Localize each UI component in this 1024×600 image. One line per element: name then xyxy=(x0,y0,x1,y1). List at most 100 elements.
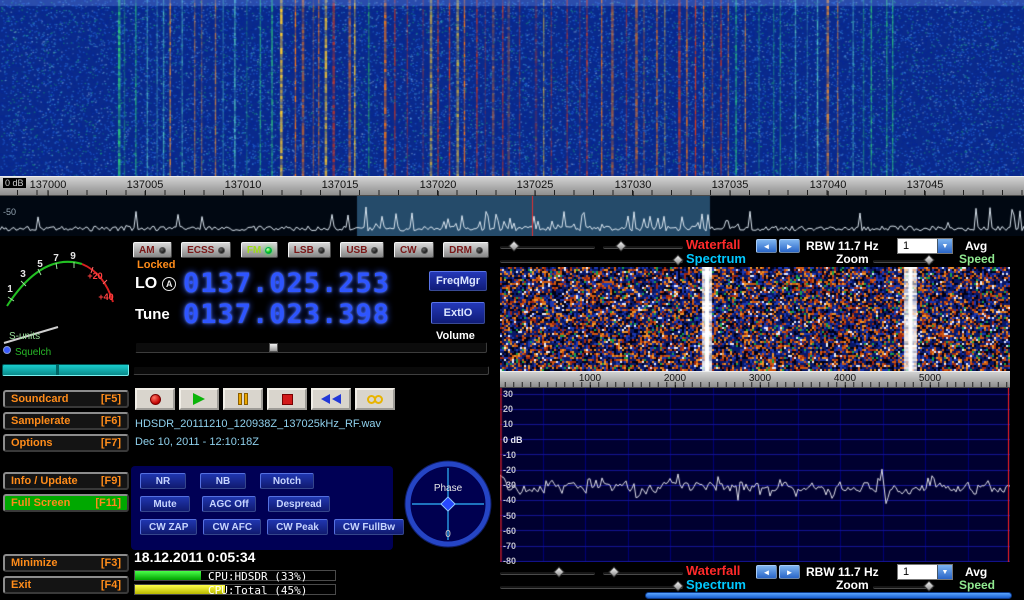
ruler-label: 137000 xyxy=(30,179,67,191)
stop-button[interactable] xyxy=(267,388,307,410)
bottom-shift-left-button[interactable]: ◄ xyxy=(756,565,777,579)
bottom-upper-slider-thumb[interactable] xyxy=(553,566,564,577)
bottom-zoom-slider[interactable] xyxy=(873,585,933,589)
shift-left-button[interactable]: ◄ xyxy=(756,239,777,253)
record-button[interactable] xyxy=(135,388,175,410)
ruler-label: 137010 xyxy=(225,179,262,191)
overview-spectrum[interactable] xyxy=(0,196,1024,236)
agc-button[interactable]: AGC Off xyxy=(202,496,256,512)
lsb-led-icon xyxy=(318,247,325,254)
rewind-button[interactable] xyxy=(311,388,351,410)
cw-peak-button[interactable]: CW Peak xyxy=(267,519,328,535)
bottom-avg-dropdown[interactable]: 1 ▼ xyxy=(897,564,953,580)
bottom-lower-slider[interactable] xyxy=(603,571,683,575)
mode-am-button[interactable]: AM xyxy=(133,242,172,258)
squelch-slider-thumb[interactable] xyxy=(56,365,59,375)
bottom-shift-right-button[interactable]: ► xyxy=(779,565,800,579)
rf-frequency-ruler[interactable]: 1000 2000 3000 4000 5000 xyxy=(500,371,1010,388)
notch-button[interactable]: Notch xyxy=(260,473,314,489)
bottom-speed-label: Speed xyxy=(959,578,995,592)
lo-frequency-display[interactable]: 0137.025.253 xyxy=(183,270,390,297)
mode-usb-button[interactable]: USB xyxy=(340,242,384,258)
volume-slider[interactable] xyxy=(135,342,487,353)
cw-fullbw-button[interactable]: CW FullBw xyxy=(334,519,404,535)
bottom-lower-slider-thumb[interactable] xyxy=(608,566,619,577)
spectrum-range-slider[interactable] xyxy=(500,259,683,263)
mode-fm-button[interactable]: FM xyxy=(241,242,278,258)
zoom-slider[interactable] xyxy=(873,259,933,263)
waterfall-upper-slider[interactable] xyxy=(500,245,595,249)
nb-button[interactable]: NB xyxy=(200,473,246,489)
volume-label: Volume xyxy=(436,330,475,342)
despread-button[interactable]: Despread xyxy=(268,496,330,512)
waterfall-lower-slider-thumb[interactable] xyxy=(615,240,626,251)
freqmgr-button[interactable]: FreqMgr xyxy=(429,271,487,291)
bottom-spectrum-range-slider[interactable] xyxy=(500,585,683,589)
shift-right-button[interactable]: ► xyxy=(779,239,800,253)
mode-ecss-button[interactable]: ECSS xyxy=(181,242,231,258)
tuning-bar[interactable] xyxy=(133,366,489,375)
rf-waterfall[interactable] xyxy=(500,267,1010,371)
ruler-label: 137040 xyxy=(810,179,847,191)
squelch-slider[interactable] xyxy=(2,364,129,376)
s-units-label: S-units xyxy=(9,331,40,342)
tune-frequency-display[interactable]: 0137.023.398 xyxy=(183,301,390,328)
fullscreen-button[interactable]: Full Screen[F11] xyxy=(3,494,129,512)
options-button[interactable]: Options[F7] xyxy=(3,434,129,452)
avg-dropdown[interactable]: 1 ▼ xyxy=(897,238,953,254)
bottom-spectrum-range-slider-thumb[interactable] xyxy=(672,580,683,591)
info-update-button[interactable]: Info / Update[F9] xyxy=(3,472,129,490)
bottom-waterfall-tab[interactable]: Waterfall xyxy=(686,563,740,578)
bottom-spectrum-tab[interactable]: Spectrum xyxy=(686,577,746,592)
play-button[interactable] xyxy=(179,388,219,410)
waterfall-tab[interactable]: Waterfall xyxy=(686,237,740,252)
pause-button[interactable] xyxy=(223,388,263,410)
avg-label: Avg xyxy=(965,239,987,253)
rbw-display: RBW 11.7 Hz xyxy=(806,239,879,253)
minimize-button[interactable]: Minimize[F3] xyxy=(3,554,129,572)
loop-button[interactable] xyxy=(355,388,395,410)
fm-led-icon xyxy=(265,247,272,254)
mode-drm-button[interactable]: DRM xyxy=(443,242,489,258)
recording-date: Dec 10, 2011 - 12:10:18Z xyxy=(135,436,259,448)
am-led-icon xyxy=(159,247,166,254)
ruler-label: 137030 xyxy=(615,179,652,191)
waterfall-lower-slider[interactable] xyxy=(603,245,683,249)
main-frequency-ruler[interactable]: 137000 137005 137010 137015 137020 13702… xyxy=(0,176,1024,196)
bottom-avg-dropdown-arrow-icon[interactable]: ▼ xyxy=(937,565,952,579)
avg-dropdown-value: 1 xyxy=(898,239,937,253)
db-label: -70 xyxy=(503,541,516,551)
ruler-label: 137045 xyxy=(907,179,944,191)
cw-afc-button[interactable]: CW AFC xyxy=(203,519,261,535)
smeter-scale-plus20: +20 xyxy=(87,271,102,281)
cw-zap-button[interactable]: CW ZAP xyxy=(140,519,197,535)
speed-range-bar[interactable] xyxy=(645,592,1012,599)
soundcard-button[interactable]: Soundcard[F5] xyxy=(3,390,129,408)
exit-button[interactable]: Exit[F4] xyxy=(3,576,129,594)
main-waterfall[interactable] xyxy=(0,0,1024,176)
smeter-pivot-dot xyxy=(4,347,11,354)
mode-lsb-button[interactable]: LSB xyxy=(288,242,331,258)
spectrum-tab[interactable]: Spectrum xyxy=(686,251,746,266)
avg-dropdown-arrow-icon[interactable]: ▼ xyxy=(937,239,952,253)
nr-button[interactable]: NR xyxy=(140,473,186,489)
volume-slider-thumb[interactable] xyxy=(269,343,278,352)
mode-cw-button[interactable]: CW xyxy=(394,242,434,258)
extio-button[interactable]: ExtIO xyxy=(431,302,485,324)
bottom-zoom-slider-thumb[interactable] xyxy=(923,580,934,591)
phase-value: 0 xyxy=(445,529,451,540)
waterfall-upper-slider-thumb[interactable] xyxy=(508,240,519,251)
db-label: -80 xyxy=(503,556,516,566)
rf-spectrum[interactable] xyxy=(500,388,1010,562)
overview-db-top-label: 0 dB xyxy=(3,178,26,188)
samplerate-button[interactable]: Samplerate[F6] xyxy=(3,412,129,430)
mute-button[interactable]: Mute xyxy=(140,496,190,512)
zoom-slider-thumb[interactable] xyxy=(923,254,934,265)
lock-auto-badge-icon[interactable]: A xyxy=(162,277,176,291)
spectrum-range-slider-thumb[interactable] xyxy=(672,254,683,265)
speed-label: Speed xyxy=(959,252,995,266)
rf-ruler-label: 3000 xyxy=(749,373,771,384)
rewind-icon xyxy=(321,394,330,404)
bottom-avg-label: Avg xyxy=(965,565,987,579)
bottom-upper-slider[interactable] xyxy=(500,571,595,575)
